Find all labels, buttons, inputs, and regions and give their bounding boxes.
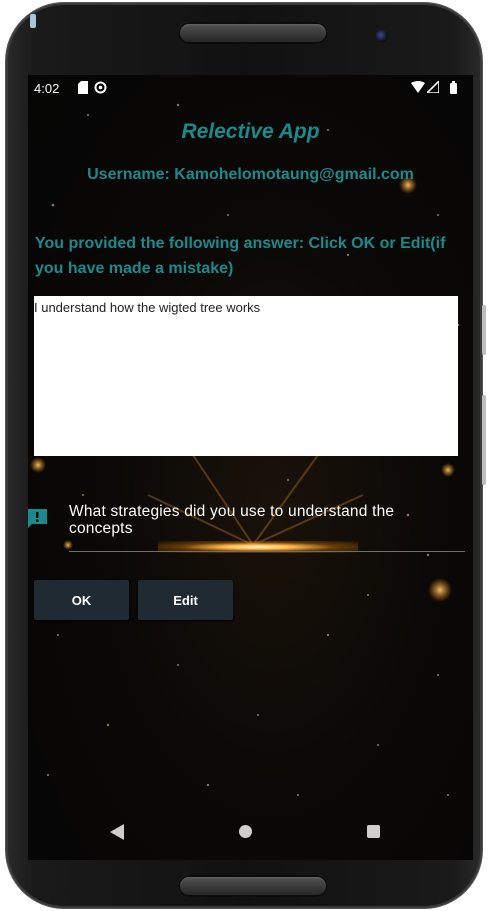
starfield-background: [30, 103, 460, 796]
home-icon[interactable]: [239, 825, 252, 838]
signal-icon: [425, 79, 440, 96]
top-speaker: [178, 22, 328, 44]
app-title: Relective App: [181, 120, 320, 143]
username-label: Username: Kamohelomotaung@gmail.com: [87, 166, 414, 183]
edit-button[interactable]: Edit: [138, 580, 233, 620]
comment-alert-icon: [28, 508, 48, 535]
sd-card-icon: [78, 81, 88, 97]
volume-button[interactable]: [482, 395, 486, 485]
navigation-bar: [28, 810, 473, 850]
power-button[interactable]: [482, 305, 486, 355]
wifi-icon: [411, 81, 425, 96]
sync-icon: [94, 81, 107, 97]
status-bar: 4:02: [28, 75, 473, 101]
battery-icon: [450, 81, 457, 97]
instruction-text: You provided the following answer: Click…: [35, 235, 446, 277]
back-icon[interactable]: [110, 824, 124, 845]
front-camera: [376, 30, 388, 42]
status-time: 4:02: [34, 81, 60, 96]
bottom-speaker: [178, 875, 328, 897]
answer-text: I understand how the wigted tree works: [34, 300, 261, 315]
question-text: What strategies did you use to understan…: [69, 503, 395, 537]
app-screen: 4:02 Relective App Username: Kamohelomot…: [28, 75, 473, 860]
answer-textbox[interactable]: I understand how the wigted tree works: [34, 296, 458, 456]
question-underline: [69, 551, 465, 552]
left-edge-marker: [30, 14, 36, 28]
ok-button[interactable]: OK: [34, 580, 129, 620]
recents-icon[interactable]: [367, 825, 380, 838]
